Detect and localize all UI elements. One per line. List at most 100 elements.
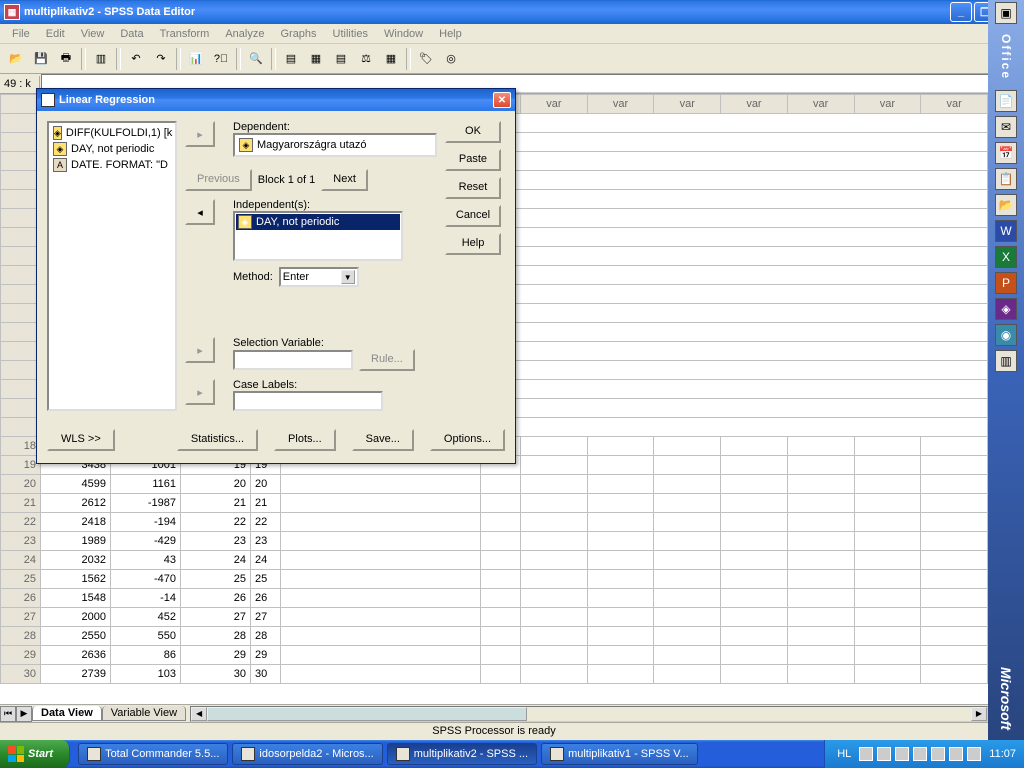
- select-icon[interactable]: ▦: [379, 47, 403, 71]
- excel-icon[interactable]: X: [995, 246, 1017, 268]
- menu-transform[interactable]: Transform: [152, 26, 218, 42]
- table-row[interactable]: 242032432424: [1, 551, 988, 570]
- ok-button[interactable]: OK: [445, 121, 501, 143]
- dialog-recall-icon[interactable]: ▥: [89, 47, 113, 71]
- shortcut-icon[interactable]: 📋: [995, 168, 1017, 190]
- help-button[interactable]: Help: [445, 233, 501, 255]
- move-to-selection-button[interactable]: ▸: [185, 337, 215, 363]
- tray-icon[interactable]: [895, 747, 909, 761]
- col-var[interactable]: var: [654, 95, 721, 114]
- office-logo-icon[interactable]: ▣: [995, 2, 1017, 24]
- tray-icon[interactable]: [859, 747, 873, 761]
- variable-list[interactable]: ◈DIFF(KULFOLDI,1) [ku ◈DAY, not periodic…: [47, 121, 177, 411]
- col-var[interactable]: var: [921, 95, 988, 114]
- goto-chart-icon[interactable]: 📊: [184, 47, 208, 71]
- dialog-close-button[interactable]: ✕: [493, 92, 511, 108]
- menu-window[interactable]: Window: [376, 26, 431, 42]
- redo-icon[interactable]: ↷: [149, 47, 173, 71]
- weight-icon[interactable]: ⚖: [354, 47, 378, 71]
- table-row[interactable]: 231989-4292323: [1, 532, 988, 551]
- statistics-button[interactable]: Statistics...: [177, 429, 258, 451]
- shortcut-icon[interactable]: 📄: [995, 90, 1017, 112]
- move-to-caselabel-button[interactable]: ▸: [185, 379, 215, 405]
- table-row[interactable]: 2825505502828: [1, 627, 988, 646]
- insert-var-icon[interactable]: ▦: [304, 47, 328, 71]
- start-button[interactable]: Start: [0, 740, 70, 768]
- reset-button[interactable]: Reset: [445, 177, 501, 199]
- goto-case-icon[interactable]: ?⃝: [209, 47, 233, 71]
- split-icon[interactable]: ▤: [329, 47, 353, 71]
- table-row[interactable]: 292636862929: [1, 646, 988, 665]
- menu-utilities[interactable]: Utilities: [325, 26, 376, 42]
- table-row[interactable]: 3027391033030: [1, 665, 988, 684]
- minimize-button[interactable]: _: [950, 2, 972, 22]
- options-button[interactable]: Options...: [430, 429, 505, 451]
- wls-button[interactable]: WLS >>: [47, 429, 115, 451]
- rule-button[interactable]: Rule...: [359, 349, 415, 371]
- dialog-titlebar[interactable]: Linear Regression ✕: [37, 89, 515, 111]
- tray-icon[interactable]: [931, 747, 945, 761]
- horizontal-scrollbar[interactable]: ◀ ▶: [190, 706, 988, 722]
- shortcut-icon[interactable]: 📅: [995, 142, 1017, 164]
- tray-icon[interactable]: [913, 747, 927, 761]
- table-row[interactable]: 261548-142626: [1, 589, 988, 608]
- method-select[interactable]: Enter▼: [279, 267, 359, 287]
- scroll-first-icon[interactable]: ⏮: [0, 706, 16, 722]
- tray-icon[interactable]: [949, 747, 963, 761]
- independent-list[interactable]: ◈DAY, not periodic: [233, 211, 403, 261]
- table-row[interactable]: 222418-1942222: [1, 513, 988, 532]
- shortcut-icon[interactable]: 📂: [995, 194, 1017, 216]
- scroll-right-arrow-icon[interactable]: ▶: [971, 707, 987, 721]
- powerpoint-icon[interactable]: P: [995, 272, 1017, 294]
- dependent-field[interactable]: ◈Magyarországra utazó: [233, 133, 437, 157]
- next-block-button[interactable]: Next: [321, 169, 368, 191]
- menu-view[interactable]: View: [73, 26, 113, 42]
- value-labels-icon[interactable]: 🏷: [414, 47, 438, 71]
- previous-block-button[interactable]: Previous: [185, 169, 252, 191]
- print-icon[interactable]: 🖶: [54, 47, 78, 71]
- list-item[interactable]: ◈DAY, not periodic: [51, 141, 173, 157]
- tray-icon[interactable]: [877, 747, 891, 761]
- move-to-independent-button[interactable]: ◂: [185, 199, 215, 225]
- col-var[interactable]: var: [587, 95, 654, 114]
- menu-file[interactable]: File: [4, 26, 38, 42]
- undo-icon[interactable]: ↶: [124, 47, 148, 71]
- list-item[interactable]: ADATE. FORMAT: "D: [51, 157, 173, 173]
- table-row[interactable]: 2720004522727: [1, 608, 988, 627]
- shortcut-icon[interactable]: ✉: [995, 116, 1017, 138]
- tab-data-view[interactable]: Data View: [32, 706, 102, 721]
- word-icon[interactable]: W: [995, 220, 1017, 242]
- scroll-left-arrow-icon[interactable]: ◀: [191, 707, 207, 721]
- col-var[interactable]: var: [787, 95, 854, 114]
- col-var[interactable]: var: [854, 95, 921, 114]
- tab-variable-view[interactable]: Variable View: [102, 706, 186, 721]
- col-var[interactable]: var: [721, 95, 788, 114]
- taskbar-task[interactable]: multiplikativ2 - SPSS ...: [387, 743, 537, 765]
- case-labels-field[interactable]: [233, 391, 383, 411]
- shortcut-icon[interactable]: ▥: [995, 350, 1017, 372]
- table-row[interactable]: 20459911612020: [1, 475, 988, 494]
- selection-variable-field[interactable]: [233, 350, 353, 370]
- move-to-dependent-button[interactable]: ▸: [185, 121, 215, 147]
- col-var[interactable]: var: [521, 95, 588, 114]
- save-icon[interactable]: 💾: [29, 47, 53, 71]
- tray-icon[interactable]: [967, 747, 981, 761]
- shortcut-icon[interactable]: ◉: [995, 324, 1017, 346]
- menu-graphs[interactable]: Graphs: [272, 26, 324, 42]
- table-row[interactable]: 212612-19872121: [1, 494, 988, 513]
- menu-edit[interactable]: Edit: [38, 26, 73, 42]
- save-button[interactable]: Save...: [352, 429, 414, 451]
- taskbar-task[interactable]: multiplikativ1 - SPSS V...: [541, 743, 698, 765]
- cancel-button[interactable]: Cancel: [445, 205, 501, 227]
- plots-button[interactable]: Plots...: [274, 429, 336, 451]
- clock[interactable]: 11:07: [985, 748, 1016, 760]
- language-indicator[interactable]: HL: [833, 748, 855, 760]
- menu-data[interactable]: Data: [112, 26, 151, 42]
- scroll-right-icon[interactable]: ▶: [16, 706, 32, 722]
- scroll-thumb[interactable]: [207, 707, 527, 721]
- menu-analyze[interactable]: Analyze: [217, 26, 272, 42]
- list-item[interactable]: ◈DIFF(KULFOLDI,1) [ku: [51, 125, 173, 141]
- find-icon[interactable]: 🔍: [244, 47, 268, 71]
- taskbar-task[interactable]: idosorpelda2 - Micros...: [232, 743, 382, 765]
- insert-case-icon[interactable]: ▤: [279, 47, 303, 71]
